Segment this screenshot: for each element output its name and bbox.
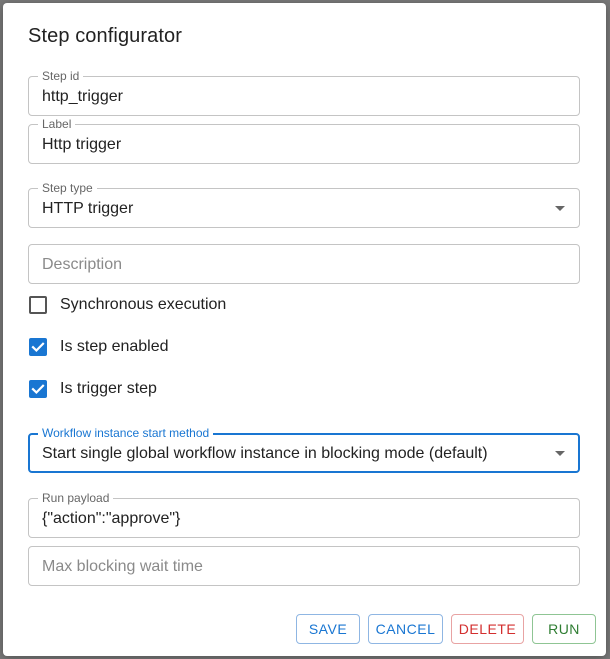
step-enabled-row[interactable]: Is step enabled [29, 337, 169, 357]
step-id-value: http_trigger [42, 88, 123, 105]
run-payload-value: {"action":"approve"} [42, 510, 181, 527]
step-type-label: Step type [38, 181, 97, 195]
step-configurator-dialog: Step configurator Step id http_trigger L… [3, 3, 606, 656]
checkmark-icon [31, 384, 45, 395]
dropdown-arrow-icon[interactable] [555, 451, 565, 456]
max-wait-placeholder: Max blocking wait time [42, 558, 203, 575]
synchronous-execution-checkbox[interactable] [29, 296, 47, 314]
checkmark-icon [31, 342, 45, 353]
synchronous-execution-row[interactable]: Synchronous execution [29, 295, 226, 315]
step-id-field[interactable]: Step id http_trigger [28, 69, 580, 116]
step-type-select[interactable]: Step type HTTP trigger [28, 181, 580, 228]
delete-button[interactable]: DELETE [451, 614, 524, 644]
label-field-value: Http trigger [42, 136, 122, 153]
run-button[interactable]: RUN [532, 614, 596, 644]
description-field[interactable]: Description [28, 244, 580, 284]
save-button[interactable]: SAVE [296, 614, 360, 644]
step-type-value: HTTP trigger [42, 200, 134, 217]
run-payload-label: Run payload [38, 491, 114, 505]
dialog-actions: SAVE CANCEL DELETE RUN [296, 614, 596, 644]
step-enabled-checkbox[interactable] [29, 338, 47, 356]
max-wait-field[interactable]: Max blocking wait time [28, 546, 580, 586]
trigger-step-row[interactable]: Is trigger step [29, 379, 157, 399]
dropdown-arrow-icon[interactable] [555, 206, 565, 211]
description-placeholder: Description [42, 256, 123, 273]
start-method-label: Workflow instance start method [38, 426, 214, 440]
trigger-step-label: Is trigger step [60, 380, 157, 397]
trigger-step-checkbox[interactable] [29, 380, 47, 398]
step-enabled-label: Is step enabled [60, 338, 169, 355]
run-payload-field[interactable]: Run payload {"action":"approve"} [28, 491, 580, 538]
start-method-value: Start single global workflow instance in… [42, 445, 488, 462]
synchronous-execution-label: Synchronous execution [60, 296, 227, 313]
cancel-button[interactable]: CANCEL [368, 614, 443, 644]
dialog-title: Step configurator [28, 25, 183, 47]
start-method-select[interactable]: Workflow instance start method Start sin… [28, 426, 580, 473]
step-id-label: Step id [38, 69, 84, 83]
label-field[interactable]: Label Http trigger [28, 117, 580, 164]
label-field-label: Label [38, 117, 76, 131]
